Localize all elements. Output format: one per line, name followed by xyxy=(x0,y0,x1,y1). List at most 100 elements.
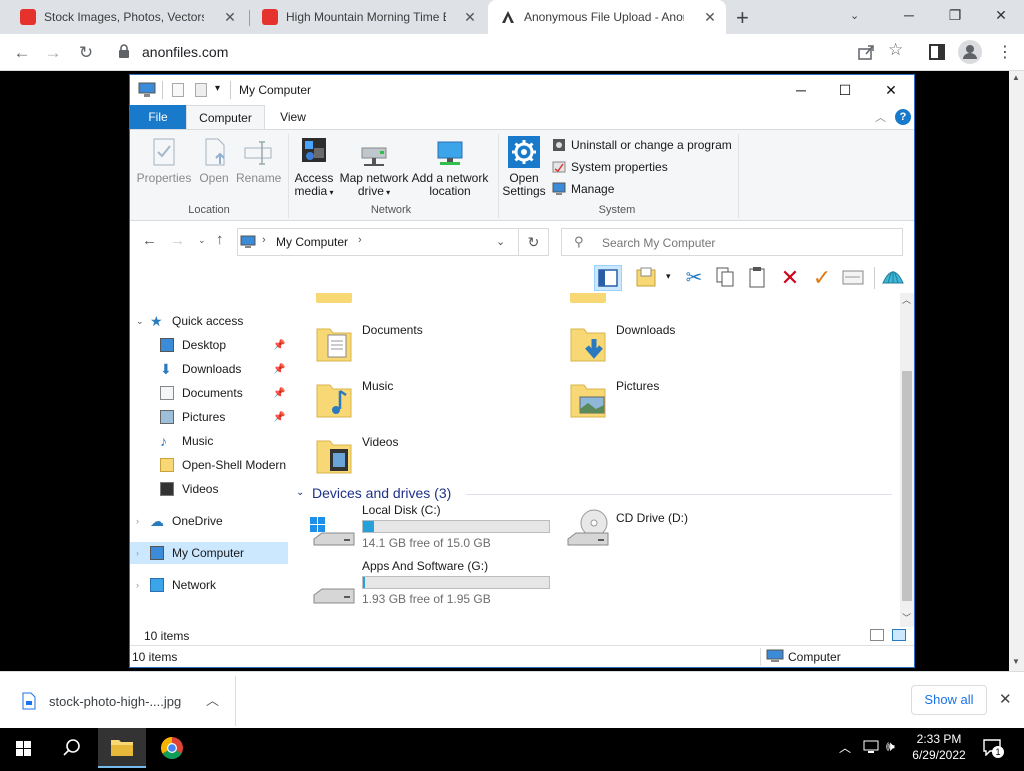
large-icons-view-icon[interactable] xyxy=(892,629,906,641)
pin-icon[interactable]: 📌 xyxy=(273,388,285,399)
properties-qat-icon[interactable] xyxy=(172,83,184,97)
help-icon[interactable]: ? xyxy=(895,109,911,125)
devices-header[interactable]: Devices and drives (3) xyxy=(312,485,451,501)
qat-dropdown-icon[interactable]: ▾ xyxy=(215,83,220,94)
access-media-button[interactable]: Access media ▾ xyxy=(294,136,334,199)
nav-downloads[interactable]: ⬇ Downloads 📌 xyxy=(130,358,288,380)
chrome-taskbar-icon[interactable] xyxy=(148,728,196,768)
start-button[interactable] xyxy=(0,728,48,768)
new-folder-qat-icon[interactable] xyxy=(195,83,207,97)
explorer-maximize-button[interactable]: ☐ xyxy=(822,75,868,105)
nav-open-shell[interactable]: Open-Shell Modern xyxy=(130,454,288,476)
explorer-address-bar[interactable]: › My Computer › ⌄ xyxy=(237,228,519,256)
expand-icon[interactable]: › xyxy=(136,580,150,590)
nav-pictures[interactable]: Pictures 📌 xyxy=(130,406,288,428)
browser-tab-3-active[interactable]: Anonymous File Upload - AnonF ✕ xyxy=(488,0,726,34)
restore-button[interactable]: ❐ xyxy=(932,0,978,32)
add-network-location-button[interactable]: Add a network location xyxy=(410,136,490,198)
explorer-back-button[interactable]: ← xyxy=(142,232,157,249)
pin-icon[interactable]: 📌 xyxy=(273,412,285,423)
lock-icon[interactable] xyxy=(118,44,130,61)
close-downloads-icon[interactable]: ✕ xyxy=(999,690,1012,708)
uninstall-program-button[interactable]: Uninstall or change a program xyxy=(552,136,732,154)
navigation-pane-icon[interactable] xyxy=(594,265,622,291)
nav-quick-access[interactable]: ⌄ ★ Quick access xyxy=(130,310,288,332)
email-icon[interactable] xyxy=(840,265,868,291)
scroll-thumb[interactable] xyxy=(902,371,912,601)
reload-button[interactable]: ↻ xyxy=(73,40,99,66)
details-view-icon[interactable] xyxy=(870,629,884,641)
tab-file[interactable]: File xyxy=(130,105,186,129)
open-settings-button[interactable]: Open Settings xyxy=(502,136,546,198)
share-icon[interactable] xyxy=(857,43,875,64)
nav-desktop[interactable]: Desktop 📌 xyxy=(130,334,288,356)
download-item[interactable]: stock-photo-high-....jpg ︿ xyxy=(0,676,236,726)
minimize-button[interactable]: ─ xyxy=(886,0,932,32)
close-window-button[interactable]: ✕ xyxy=(978,0,1024,32)
system-properties-button[interactable]: System properties xyxy=(552,158,668,176)
show-hidden-icons[interactable]: ︿ xyxy=(839,739,851,756)
pin-icon[interactable]: 📌 xyxy=(273,364,285,375)
scroll-down-icon[interactable]: ﹀ xyxy=(902,611,911,624)
volume-icon[interactable]: 🕪 xyxy=(886,738,895,755)
show-all-button[interactable]: Show all xyxy=(911,685,987,715)
file-explorer-taskbar-icon[interactable] xyxy=(98,728,146,768)
page-scrollbar[interactable]: ▲ ▼ xyxy=(1009,71,1024,671)
manage-button[interactable]: Manage xyxy=(552,180,614,198)
forward-button[interactable]: → xyxy=(40,40,66,66)
folder-options-icon[interactable] xyxy=(634,265,662,291)
explorer-forward-button[interactable]: → xyxy=(170,232,185,249)
bookmark-star-icon[interactable]: ☆ xyxy=(888,40,903,60)
back-button[interactable]: ← xyxy=(9,40,35,66)
new-tab-button[interactable]: + xyxy=(736,5,749,31)
nav-onedrive[interactable]: › ☁ OneDrive xyxy=(130,510,288,532)
tab-computer[interactable]: Computer xyxy=(186,105,265,129)
chevron-up-icon[interactable]: ︿ xyxy=(206,690,219,709)
recent-locations-icon[interactable]: ⌄ xyxy=(198,235,206,246)
refresh-button[interactable]: ↻ xyxy=(519,228,549,256)
scroll-up-icon[interactable]: ︿ xyxy=(902,293,911,306)
paste-icon[interactable] xyxy=(744,265,772,291)
up-button[interactable]: ↑ xyxy=(216,231,224,248)
shell-icon[interactable] xyxy=(880,265,908,291)
copy-icon[interactable] xyxy=(712,265,740,291)
expand-icon[interactable]: › xyxy=(136,548,150,558)
close-tab-icon[interactable]: ✕ xyxy=(222,9,238,25)
collapse-ribbon-icon[interactable]: ︿ xyxy=(875,109,886,125)
address-bar[interactable]: anonfiles.com xyxy=(142,44,228,60)
collapse-group-icon[interactable]: ⌄ xyxy=(296,487,304,498)
properties-check-icon[interactable]: ✓ xyxy=(808,265,836,291)
nav-music[interactable]: ♪ Music xyxy=(130,430,288,452)
browser-tab-1[interactable]: Stock Images, Photos, Vectors, V ✕ xyxy=(8,0,246,34)
nav-documents[interactable]: Documents 📌 xyxy=(130,382,288,404)
close-tab-icon[interactable]: ✕ xyxy=(702,9,718,25)
properties-button[interactable]: Properties xyxy=(136,136,192,185)
clock[interactable]: 2:33 PM 6/29/2022 xyxy=(908,731,970,763)
expand-icon[interactable]: › xyxy=(136,516,150,526)
map-network-drive-button[interactable]: Map network drive ▾ xyxy=(338,136,410,199)
profile-avatar-icon[interactable] xyxy=(958,40,982,64)
tab-search-icon[interactable]: ⌄ xyxy=(850,9,859,22)
content-scrollbar[interactable]: ︿ ﹀ xyxy=(900,293,914,627)
search-taskbar-icon[interactable] xyxy=(48,728,96,768)
cut-icon[interactable]: ✂ xyxy=(680,265,708,291)
rename-button[interactable]: Rename xyxy=(236,136,281,185)
explorer-minimize-button[interactable]: ─ xyxy=(778,75,824,105)
nav-network[interactable]: › Network xyxy=(130,574,288,596)
nav-my-computer[interactable]: › My Computer xyxy=(130,542,288,564)
pin-icon[interactable]: 📌 xyxy=(273,340,285,351)
tab-view[interactable]: View xyxy=(273,105,313,129)
menu-kebab-icon[interactable]: ⋮ xyxy=(997,42,1013,62)
search-box[interactable]: ⚲ Search My Computer xyxy=(561,228,903,256)
delete-icon[interactable]: ✕ xyxy=(776,265,804,291)
network-tray-icon[interactable] xyxy=(862,739,880,758)
browser-tab-2[interactable]: High Mountain Morning Time Be ✕ xyxy=(250,0,486,34)
folder-options-dropdown-icon[interactable]: ▾ xyxy=(666,271,671,282)
open-button[interactable]: Open xyxy=(196,136,232,185)
side-panel-icon[interactable] xyxy=(929,44,945,63)
close-tab-icon[interactable]: ✕ xyxy=(462,9,478,25)
expand-icon[interactable]: ⌄ xyxy=(136,316,150,327)
address-dropdown-icon[interactable]: ⌄ xyxy=(496,235,505,248)
notification-icon[interactable]: 1 xyxy=(982,738,1004,759)
nav-videos[interactable]: Videos xyxy=(130,478,288,500)
